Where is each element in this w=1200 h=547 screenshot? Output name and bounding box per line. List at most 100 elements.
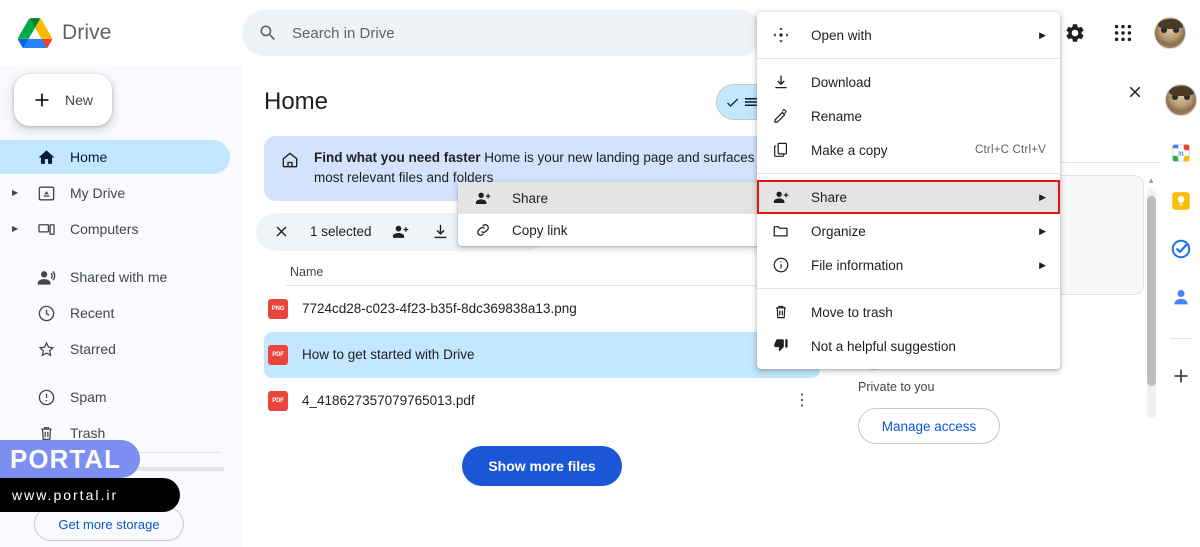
get-more-storage-button[interactable]: Get more storage	[34, 507, 184, 541]
chevron-right-icon: ▶	[1039, 30, 1046, 41]
sidebar-item-starred[interactable]: Starred	[0, 332, 230, 366]
table-row[interactable]: PDF 4_418627357079765013.pdf ⋮	[264, 378, 820, 424]
sidebar-item-label: Spam	[70, 389, 107, 405]
context-menu-item-open-with[interactable]: Open with ▶	[757, 18, 1060, 52]
submenu-item-label: Copy link	[512, 223, 568, 238]
file-type-icon: PNG	[268, 299, 288, 319]
file-type-icon: PDF	[268, 391, 288, 411]
open-with-icon	[771, 25, 791, 45]
drive-app-window: Drive Search in Drive	[0, 0, 1200, 547]
watermark-brand: PORTAL	[0, 440, 140, 478]
details-scrollbar[interactable]	[1147, 188, 1156, 418]
share-submenu: Share Copy link	[458, 182, 763, 246]
sidebar-item-home[interactable]: Home	[0, 140, 230, 174]
main-header: Home	[242, 66, 842, 120]
sidebar-item-computers[interactable]: ▶ Computers	[0, 212, 230, 246]
context-menu: Open with ▶ Download Rename Make a copy …	[757, 12, 1060, 369]
context-menu-item-label: Download	[811, 75, 871, 90]
home-icon	[36, 147, 56, 167]
trash-icon	[771, 302, 791, 322]
chevron-right-icon[interactable]: ▶	[12, 189, 22, 197]
chevron-right-icon[interactable]: ▶	[12, 225, 22, 233]
brand-area[interactable]: Drive	[0, 18, 242, 48]
submenu-item-copy-link[interactable]: Copy link	[458, 214, 763, 246]
file-list: Name PNG 7724cd28-c023-4f23-b35f-8dc3698…	[264, 251, 820, 424]
context-menu-item-organize[interactable]: Organize ▶	[757, 214, 1060, 248]
gear-icon[interactable]	[1058, 16, 1092, 50]
submenu-item-share[interactable]: Share	[458, 182, 763, 214]
file-name: 7724cd28-c023-4f23-b35f-8dc369838a13.png	[302, 301, 577, 316]
avatar[interactable]	[1165, 84, 1197, 116]
file-type-icon: PDF	[268, 345, 288, 365]
folder-icon	[771, 221, 791, 241]
context-menu-item-share[interactable]: Share ▶	[757, 180, 1060, 214]
scroll-up-arrow[interactable]: ▲	[1147, 176, 1155, 185]
sidebar-item-label: Computers	[70, 221, 138, 237]
context-menu-separator	[757, 58, 1060, 59]
context-menu-item-move-to-trash[interactable]: Move to trash	[757, 295, 1060, 329]
download-icon[interactable]	[430, 221, 452, 243]
person-add-icon	[771, 187, 791, 207]
new-button[interactable]: New	[14, 74, 112, 126]
show-more-container: Show more files	[242, 446, 842, 486]
show-more-files-button[interactable]: Show more files	[462, 446, 621, 486]
context-menu-item-file-information[interactable]: File information ▶	[757, 248, 1060, 282]
context-menu-item-not-helpful[interactable]: Not a helpful suggestion	[757, 329, 1060, 363]
context-menu-separator	[757, 288, 1060, 289]
thumb-down-icon	[771, 336, 791, 356]
google-keep-icon[interactable]	[1170, 190, 1192, 212]
google-drive-logo	[18, 18, 52, 48]
plus-icon[interactable]	[1170, 365, 1192, 387]
watermark-brand-text: PORTAL	[10, 444, 121, 475]
watermark-url: www.portal.ir	[0, 478, 180, 512]
sidebar-item-spam[interactable]: Spam	[0, 380, 230, 414]
context-menu-item-rename[interactable]: Rename	[757, 99, 1060, 133]
search-icon	[258, 23, 278, 43]
brand-title: Drive	[62, 21, 112, 45]
table-row[interactable]: PNG 7724cd28-c023-4f23-b35f-8dc369838a13…	[264, 286, 820, 332]
apps-grid-icon[interactable]	[1106, 16, 1140, 50]
chevron-right-icon: ▶	[1039, 192, 1046, 203]
sidebar-item-recent[interactable]: Recent	[0, 296, 230, 330]
sidebar-item-shared-with-me[interactable]: Shared with me	[0, 260, 230, 294]
context-menu-shortcut: Ctrl+C Ctrl+V	[975, 144, 1046, 156]
submenu-item-label: Share	[512, 191, 548, 206]
nav-group-divider	[0, 368, 242, 380]
my-drive-icon	[36, 183, 56, 203]
selected-count-label: 1 selected	[310, 224, 372, 239]
new-button-label: New	[65, 92, 93, 108]
people-icon	[36, 267, 56, 287]
context-menu-item-label: File information	[811, 258, 903, 273]
context-menu-item-download[interactable]: Download	[757, 65, 1060, 99]
table-row[interactable]: PDF How to get started with Drive ⋮	[264, 332, 820, 378]
context-menu-item-label: Rename	[811, 109, 862, 124]
copy-icon	[771, 140, 791, 160]
search-placeholder: Search in Drive	[292, 25, 395, 42]
info-icon	[771, 255, 791, 275]
star-icon	[36, 339, 56, 359]
chevron-right-icon: ▶	[1039, 260, 1046, 271]
page-title: Home	[264, 88, 328, 116]
nav-group-divider	[0, 248, 242, 260]
rail-divider	[1170, 338, 1192, 339]
more-vert-icon[interactable]: ⋮	[794, 393, 810, 409]
context-menu-item-label: Organize	[811, 224, 866, 239]
watermark-url-text: www.portal.ir	[12, 487, 118, 503]
manage-access-button[interactable]: Manage access	[858, 408, 1000, 444]
google-contacts-icon[interactable]	[1170, 286, 1192, 308]
plus-icon	[31, 89, 53, 111]
google-calendar-icon[interactable]: 31	[1170, 142, 1192, 164]
app-rail: 31	[1160, 66, 1200, 547]
context-menu-item-label: Make a copy	[811, 143, 888, 158]
google-tasks-icon[interactable]	[1170, 238, 1192, 260]
context-menu-item-make-a-copy[interactable]: Make a copy Ctrl+C Ctrl+V	[757, 133, 1060, 167]
search-bar[interactable]: Search in Drive	[242, 10, 762, 56]
avatar[interactable]	[1154, 17, 1186, 49]
context-menu-item-label: Not a helpful suggestion	[811, 339, 956, 354]
close-icon[interactable]	[270, 221, 292, 243]
sidebar-item-my-drive[interactable]: ▶ My Drive	[0, 176, 230, 210]
close-icon[interactable]	[1126, 83, 1144, 105]
svg-text:31: 31	[1177, 151, 1183, 157]
scrollbar-thumb[interactable]	[1147, 196, 1156, 386]
person-add-icon[interactable]	[390, 221, 412, 243]
